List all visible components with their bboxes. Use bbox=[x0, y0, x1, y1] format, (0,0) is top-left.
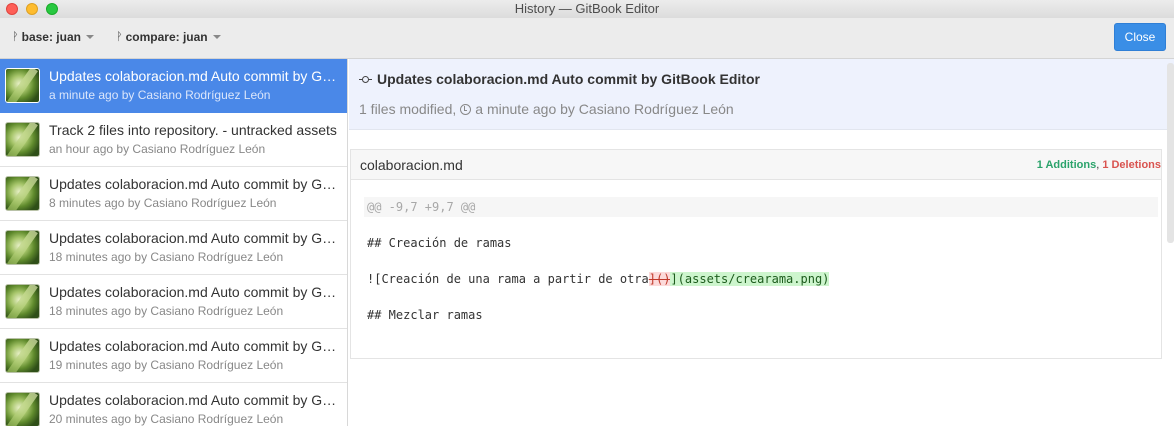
diff-line: ![Creación de una rama a partir de otra]… bbox=[367, 271, 830, 287]
window-title: History — GitBook Editor bbox=[514, 1, 660, 16]
branch-icon: ᚹ bbox=[116, 31, 123, 43]
files-modified: 1 files modified, bbox=[359, 101, 457, 117]
commit-item[interactable]: Track 2 files into repository. - untrack… bbox=[0, 113, 347, 167]
commit-title: Updates colaboracion.md Auto commit by G… bbox=[49, 338, 339, 354]
commit-item[interactable]: Updates colaboracion.md Auto commit by G… bbox=[0, 275, 347, 329]
branch-icon: ᚹ bbox=[12, 31, 19, 43]
additions-count: 1 Additions bbox=[1036, 159, 1097, 171]
close-button[interactable]: Close bbox=[1114, 23, 1166, 51]
base-branch-dropdown[interactable]: ᚹ base: juan bbox=[12, 30, 94, 44]
commit-title: Updates colaboracion.md Auto commit by G… bbox=[49, 176, 339, 192]
removed-text: ]() bbox=[648, 272, 671, 286]
commit-meta: 8 minutes ago by Casiano Rodríguez León bbox=[49, 196, 277, 210]
diff-line: ## Mezclar ramas bbox=[367, 308, 483, 322]
window-minimize-icon[interactable] bbox=[26, 3, 38, 15]
commit-title: Updates colaboracion.md Auto commit by G… bbox=[49, 392, 339, 408]
avatar bbox=[5, 392, 40, 426]
commit-item[interactable]: Updates colaboracion.md Auto commit by G… bbox=[0, 383, 347, 426]
deletions-count: 1 Deletions bbox=[1102, 159, 1161, 171]
compare-branch-label: compare: juan bbox=[125, 30, 208, 44]
compare-branch-dropdown[interactable]: ᚹ compare: juan bbox=[116, 30, 221, 44]
commit-item[interactable]: Updates colaboracion.md Auto commit by G… bbox=[0, 167, 347, 221]
commit-list: Updates colaboracion.md Auto commit by G… bbox=[0, 59, 348, 426]
added-text: ](assets/crearama.png) bbox=[670, 272, 830, 286]
commit-meta: 18 minutes ago by Casiano Rodríguez León bbox=[49, 304, 284, 318]
commit-meta: 18 minutes ago by Casiano Rodríguez León bbox=[49, 250, 284, 264]
commit-header: Updates colaboracion.md Auto commit by G… bbox=[349, 59, 1174, 130]
avatar bbox=[5, 284, 40, 319]
commit-title: Updates colaboracion.md Auto commit by G… bbox=[49, 230, 339, 246]
commit-meta: a minute ago by Casiano Rodríguez León bbox=[49, 88, 271, 102]
commit-title: Track 2 files into repository. - untrack… bbox=[49, 122, 337, 138]
window-close-icon[interactable] bbox=[6, 3, 18, 15]
commit-icon bbox=[359, 75, 372, 84]
chevron-down-icon bbox=[212, 35, 221, 39]
commit-item[interactable]: Updates colaboracion.md Auto commit by G… bbox=[0, 221, 347, 275]
commit-detail-meta: 1 files modified, a minute ago by Casian… bbox=[359, 101, 734, 117]
scrollbar[interactable] bbox=[1167, 63, 1174, 243]
commit-detail-title-text: Updates colaboracion.md Auto commit by G… bbox=[377, 71, 760, 87]
avatar bbox=[5, 338, 40, 373]
diff-line: ## Creación de ramas bbox=[367, 236, 512, 250]
hunk-header: @@ -9,7 +9,7 @@ bbox=[364, 197, 1158, 217]
file-diff: colaboracion.md 1 Additions, 1 Deletions… bbox=[350, 149, 1162, 359]
chevron-down-icon bbox=[85, 35, 94, 39]
base-branch-label: base: juan bbox=[21, 30, 81, 44]
diff-stats: 1 Additions, 1 Deletions bbox=[1037, 159, 1161, 171]
commit-meta: 19 minutes ago by Casiano Rodríguez León bbox=[49, 358, 284, 372]
window-zoom-icon[interactable] bbox=[46, 3, 58, 15]
clock-icon bbox=[460, 103, 472, 115]
commit-detail: Updates colaboracion.md Auto commit by G… bbox=[349, 59, 1174, 426]
avatar bbox=[5, 68, 40, 103]
avatar bbox=[5, 176, 40, 211]
avatar bbox=[5, 230, 40, 265]
title-bar: History — GitBook Editor bbox=[0, 0, 1174, 18]
toolbar: ᚹ base: juan ᚹ compare: juan Close bbox=[0, 18, 1174, 59]
commit-title: Updates colaboracion.md Auto commit by G… bbox=[49, 68, 339, 84]
commit-time-author: a minute ago by Casiano Rodríguez León bbox=[475, 101, 734, 117]
commit-title: Updates colaboracion.md Auto commit by G… bbox=[49, 284, 339, 300]
commit-item[interactable]: Updates colaboracion.md Auto commit by G… bbox=[0, 59, 347, 113]
commit-meta: 20 minutes ago by Casiano Rodríguez León bbox=[49, 412, 284, 426]
file-diff-header: colaboracion.md 1 Additions, 1 Deletions bbox=[351, 150, 1161, 180]
commit-meta: an hour ago by Casiano Rodríguez León bbox=[49, 142, 266, 156]
diff-line-text: ![Creación de una rama a partir de otra bbox=[367, 272, 649, 286]
commit-detail-title: Updates colaboracion.md Auto commit by G… bbox=[359, 71, 760, 87]
file-name[interactable]: colaboracion.md bbox=[360, 157, 463, 173]
avatar bbox=[5, 122, 40, 157]
commit-item[interactable]: Updates colaboracion.md Auto commit by G… bbox=[0, 329, 347, 383]
